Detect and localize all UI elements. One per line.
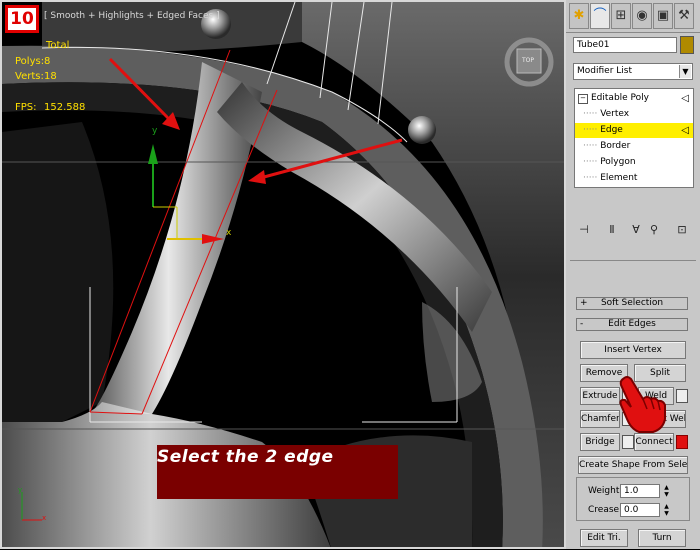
connect-settings-button[interactable] xyxy=(676,435,688,449)
world-x-label: x xyxy=(42,514,47,522)
crease-label: Crease: xyxy=(588,505,623,515)
object-name-input[interactable]: Tube01 xyxy=(573,37,677,53)
edit-tri-button[interactable]: Edit Tri. xyxy=(580,529,628,547)
expand-icon: + xyxy=(580,298,588,308)
weight-spinner-icon[interactable]: ▲ ▼ xyxy=(662,484,671,498)
bridge-settings-button[interactable] xyxy=(622,435,634,449)
stack-element-label: Element xyxy=(600,173,638,183)
step-badge: 10 xyxy=(5,5,39,33)
modifier-list-dropdown[interactable]: Modifier List ▼ xyxy=(573,63,693,80)
pin-stack-icon[interactable]: ◁ xyxy=(681,91,689,106)
command-panel-tabs: ✱ ⌒ ⊞ ◉ ▣ ⚒ xyxy=(566,0,700,33)
stack-root-label: Editable Poly xyxy=(591,93,649,103)
stack-polygon-label: Polygon xyxy=(600,157,636,167)
insert-vertex-button[interactable]: Insert Vertex xyxy=(580,341,686,359)
viewport-label[interactable]: [ Smooth + Highlights + Edged Faces ] xyxy=(44,11,220,21)
crease-input[interactable]: 0.0 xyxy=(620,503,660,517)
gizmo-y-label: y xyxy=(152,126,158,136)
configure-icon[interactable]: ⊡ xyxy=(674,222,690,238)
chevron-down-icon[interactable]: ▼ xyxy=(679,65,691,78)
hierarchy-tab-icon[interactable]: ⊞ xyxy=(611,3,631,29)
stats-polys-value: 8 xyxy=(44,56,51,67)
connect-button[interactable]: Connect xyxy=(634,433,674,451)
caption-banner: Select the 2 edge xyxy=(157,445,398,499)
stack-vertex-label: Vertex xyxy=(600,109,630,119)
world-y-label: y xyxy=(18,486,23,494)
crease-spinner-icon[interactable]: ▲ ▼ xyxy=(662,503,671,517)
pointer-hand-icon xyxy=(619,376,666,433)
display-tab-icon[interactable]: ▣ xyxy=(653,3,673,29)
modifier-stack[interactable]: − Editable Poly ◁ ····· Vertex ····· Edge… xyxy=(574,88,694,188)
viewport[interactable]: 10 [ Smooth + Highlights + Edged Faces ]… xyxy=(0,0,566,549)
stack-item-element[interactable]: ····· Element xyxy=(575,171,700,186)
stack-border-label: Border xyxy=(600,141,631,151)
viewcube-label[interactable]: TOP xyxy=(522,57,534,64)
stats-total-label: Total xyxy=(46,40,70,51)
stack-item-vertex[interactable]: ····· Vertex xyxy=(575,107,700,122)
remove-modifier-icon[interactable]: ⚲ xyxy=(646,222,662,238)
make-unique-icon[interactable]: ∀ xyxy=(628,222,644,238)
turn-button[interactable]: Turn xyxy=(638,529,686,547)
show-end-result-icon[interactable]: Ⅱ xyxy=(604,222,620,238)
stats-polys-label: Polys: xyxy=(15,56,45,67)
tree-line: ····· xyxy=(583,109,598,119)
object-color-swatch[interactable] xyxy=(680,36,694,54)
stack-item-edge[interactable]: ····· Edge ◁ xyxy=(575,123,693,138)
modify-tab-icon[interactable]: ⌒ xyxy=(590,3,610,29)
weight-input[interactable]: 1.0 xyxy=(620,484,660,498)
soft-selection-rollout[interactable]: + Soft Selection xyxy=(576,297,688,310)
stats-verts-label: Verts: xyxy=(15,71,44,82)
collapse-icon[interactable]: − xyxy=(578,94,588,104)
tree-line: ····· xyxy=(583,125,598,135)
collapse-rollout-icon: - xyxy=(580,319,584,329)
soft-selection-label: Soft Selection xyxy=(600,298,664,308)
stack-item-border[interactable]: ····· Border xyxy=(575,139,700,154)
pin-icon[interactable]: ⊣ xyxy=(576,222,592,238)
tree-line: ····· xyxy=(583,173,598,183)
tree-line: ····· xyxy=(583,157,598,167)
stack-edge-label: Edge xyxy=(600,125,623,135)
tree-line: ····· xyxy=(583,141,598,151)
edit-edges-rollout[interactable]: - Edit Edges xyxy=(576,318,688,331)
stack-item-editable-poly[interactable]: − Editable Poly ◁ xyxy=(575,91,693,106)
stack-tools: ⊣ Ⅱ ∀ ⚲ ⊡ xyxy=(572,222,696,240)
caption-text: Select the 2 edge xyxy=(157,447,334,467)
modifier-list-label: Modifier List xyxy=(577,66,632,76)
stack-item-polygon[interactable]: ····· Polygon xyxy=(575,155,700,170)
weight-label: Weight: xyxy=(588,486,623,496)
utilities-tab-icon[interactable]: ⚒ xyxy=(674,3,694,29)
gizmo-x-label: x xyxy=(226,228,232,238)
stats-fps-value: 152.588 xyxy=(44,102,86,113)
stats-fps-label: FPS: xyxy=(15,102,37,113)
command-panel: ✱ ⌒ ⊞ ◉ ▣ ⚒ Tube01 Modifier List ▼ − Edit… xyxy=(566,0,700,549)
extrude-button[interactable]: Extrude xyxy=(580,387,620,405)
motion-tab-icon[interactable]: ◉ xyxy=(632,3,652,29)
bridge-button[interactable]: Bridge xyxy=(580,433,620,451)
edit-edges-label: Edit Edges xyxy=(608,319,656,329)
edge-mode-icon: ◁ xyxy=(681,125,689,136)
create-shape-button[interactable]: Create Shape From Selection xyxy=(578,456,688,474)
weld-settings-button[interactable] xyxy=(676,389,688,403)
chamfer-button[interactable]: Chamfer xyxy=(580,410,620,428)
stats-verts-value: 18 xyxy=(44,71,57,82)
create-tab-icon[interactable]: ✱ xyxy=(569,3,589,29)
